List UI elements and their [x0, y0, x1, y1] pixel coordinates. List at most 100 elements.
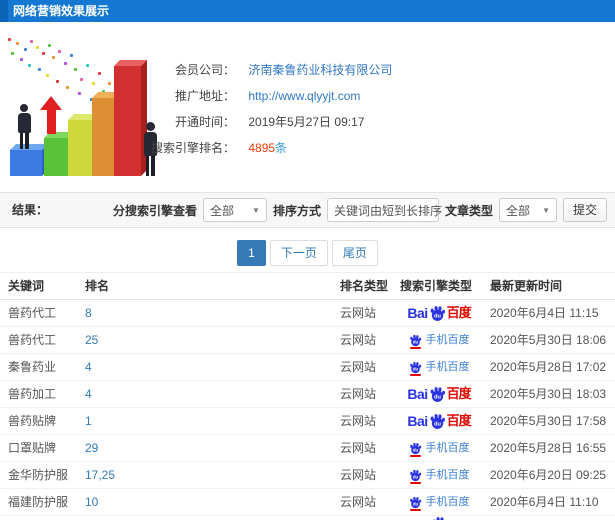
table-row: 兽药代工 8 云网站 Bai du 百度 2020年6月4日 11:15	[0, 300, 615, 327]
paw-underline	[409, 508, 421, 511]
baidu-paw-icon: du	[409, 361, 422, 376]
engine-cell: du 手机百度	[394, 489, 484, 515]
result-section-label: 结果：	[12, 203, 49, 217]
svg-text:du: du	[412, 366, 418, 371]
baidu-paw-icon: du	[409, 496, 422, 511]
rank-link[interactable]: 10	[85, 489, 98, 515]
pagination: 1 下一页 尾页	[0, 240, 615, 266]
table-header-row: 关键词 排名 排名类型 搜索引擎类型 最新更新时间	[0, 272, 615, 300]
keyword-cell: 金华防护服	[8, 468, 69, 482]
baidu-logo-cn-text: 百度	[446, 305, 472, 320]
svg-text:du: du	[412, 474, 418, 479]
paw-underline	[409, 481, 421, 484]
page-title: 网络营销效果展示	[13, 4, 110, 18]
rank-type-cell: 云网站	[340, 387, 377, 401]
engine-cell: du 手机百度	[394, 435, 484, 461]
promo-url-row: 推广地址： http://www.qlyyjt.com	[65, 88, 360, 104]
baidu-paw-icon: du	[409, 469, 422, 484]
table-row: 口罩贴牌 29 云网站 du 手机百度 2020年5月28日 16:55	[0, 435, 615, 462]
mobile-baidu-text: 手机百度	[425, 334, 470, 346]
rank-link[interactable]: 17,25	[85, 462, 115, 488]
keyword-cell: 福建防护服	[8, 495, 69, 509]
baidu-paw-icon: du	[430, 386, 445, 402]
paw-underline	[409, 373, 421, 376]
mobile-baidu-text: 手机百度	[425, 442, 470, 454]
rank-type-cell: 云网站	[340, 333, 377, 347]
header-keyword: 关键词	[8, 279, 45, 293]
baidu-logo: Bai du 百度	[407, 300, 472, 326]
mobile-baidu-text: 手机百度	[425, 361, 470, 373]
rank-link[interactable]: 29	[85, 435, 98, 461]
title-bar: 网络营销效果展示	[0, 0, 615, 22]
baidu-logo-cn-text: 百度	[446, 386, 472, 401]
table-row: 兽药贴牌 1 云网站 Bai du 百度 2020年5月30日 17:58	[0, 408, 615, 435]
rank-type-cell: 云网站	[340, 360, 377, 374]
engine-rank-row: 搜索引擎排名： 4895条	[65, 140, 287, 156]
sort-select[interactable]: 关键词由短到长排序 ▼	[326, 198, 456, 222]
updated-cell: 2020年5月28日 17:02	[490, 360, 607, 374]
engine-cell: du 手机百度	[394, 327, 484, 353]
rank-link[interactable]: 1	[85, 408, 92, 434]
member-profile-section: 会员公司： 济南秦鲁药业科技有限公司 推广地址： http://www.qlyy…	[0, 30, 615, 190]
engine-rank-label: 搜索引擎排名：	[150, 141, 235, 155]
mobile-baidu-logo: du 手机百度	[409, 489, 470, 515]
open-time-label: 开通时间：	[174, 115, 235, 129]
rank-type-cell: 云网站	[340, 306, 377, 320]
updated-cell: 2020年6月4日 11:10	[490, 495, 599, 509]
submit-button[interactable]: 提交	[562, 198, 607, 222]
keyword-rank-table: 关键词 排名 排名类型 搜索引擎类型 最新更新时间 兽药代工 8 云网站 Bai…	[0, 272, 615, 520]
rank-link[interactable]: 25	[85, 327, 98, 353]
svg-text:du: du	[412, 501, 418, 506]
svg-text:du: du	[412, 447, 418, 452]
result-filter-bar: 结果： 分搜索引擎查看 全部 ▼ 排序方式 关键词由短到长排序 ▼ 文章类型 全…	[0, 192, 615, 228]
member-company-link[interactable]: 济南秦鲁药业科技有限公司	[248, 63, 392, 77]
updated-cell: 2020年5月30日 17:58	[490, 414, 607, 428]
rank-link[interactable]: 4	[85, 354, 92, 380]
baidu-paw-icon: du	[409, 442, 422, 457]
keyword-cell: 口罩贴牌	[8, 441, 57, 455]
table-row: 金华防护服 17,25 云网站 du 手机百度 2020年6月20日 09:25	[0, 462, 615, 489]
engine-cell: du 手机百度	[394, 354, 484, 380]
mobile-baidu-logo: du 手机百度	[409, 462, 470, 488]
baidu-logo-bai-text: Bai	[407, 305, 428, 321]
table-row: 兽药代工 25 云网站 du 手机百度 2020年5月30日 18:06	[0, 327, 615, 354]
header-engine-type: 搜索引擎类型	[400, 279, 473, 293]
updated-cell: 2020年5月28日 16:55	[490, 441, 607, 455]
member-company-label: 会员公司：	[174, 63, 235, 77]
updated-cell: 2020年6月4日 11:15	[490, 306, 599, 320]
baidu-paw-icon: du	[430, 305, 445, 321]
engine-cell: Bai du 百度	[394, 408, 484, 434]
open-time-row: 开通时间： 2019年5月27日 09:17	[65, 114, 364, 130]
rank-type-cell: 云网站	[340, 495, 377, 509]
last-page-button[interactable]: 尾页	[331, 240, 378, 266]
mobile-baidu-logo: du 手机百度	[409, 327, 470, 353]
engine-filter-label: 分搜索引擎查看	[112, 203, 197, 218]
member-company-row: 会员公司： 济南秦鲁药业科技有限公司	[65, 62, 392, 78]
rank-type-cell: 云网站	[340, 414, 377, 428]
mobile-baidu-text: 手机百度	[425, 496, 470, 508]
paw-underline	[409, 346, 421, 349]
baidu-logo-bai-text: Bai	[407, 413, 428, 429]
page-1-button[interactable]: 1	[237, 240, 266, 266]
engine-rank-number: 4895	[248, 141, 276, 155]
keyword-cell: 秦鲁药业	[8, 360, 57, 374]
rank-type-cell: 云网站	[340, 468, 377, 482]
rank-link[interactable]: 8	[85, 300, 92, 326]
article-type-select[interactable]: 全部 ▼	[498, 198, 557, 222]
article-type-value: 全部	[505, 203, 530, 218]
baidu-logo-bai-text: Bai	[407, 386, 428, 402]
baidu-logo: Bai du 百度	[407, 381, 472, 407]
next-page-button[interactable]: 下一页	[269, 240, 328, 266]
keyword-cell: 兽药贴牌	[8, 414, 57, 428]
engine-filter-select[interactable]: 全部 ▼	[202, 198, 267, 222]
chevron-down-icon: ▼	[252, 205, 260, 215]
svg-text:du: du	[434, 421, 441, 427]
rank-link[interactable]: 4	[85, 381, 92, 407]
open-time-value: 2019年5月27日 09:17	[248, 115, 365, 129]
engine-rank-count: 4895条	[248, 141, 287, 155]
promo-url-link[interactable]: http://www.qlyyjt.com	[248, 89, 360, 103]
baidu-logo: Bai du 百度	[407, 408, 471, 434]
filter-controls: 分搜索引擎查看 全部 ▼ 排序方式 关键词由短到长排序 ▼ 文章类型 全部 ▼ …	[113, 198, 607, 222]
mobile-baidu-text: 手机百度	[425, 469, 470, 481]
updated-cell: 2020年5月30日 18:03	[490, 387, 607, 401]
